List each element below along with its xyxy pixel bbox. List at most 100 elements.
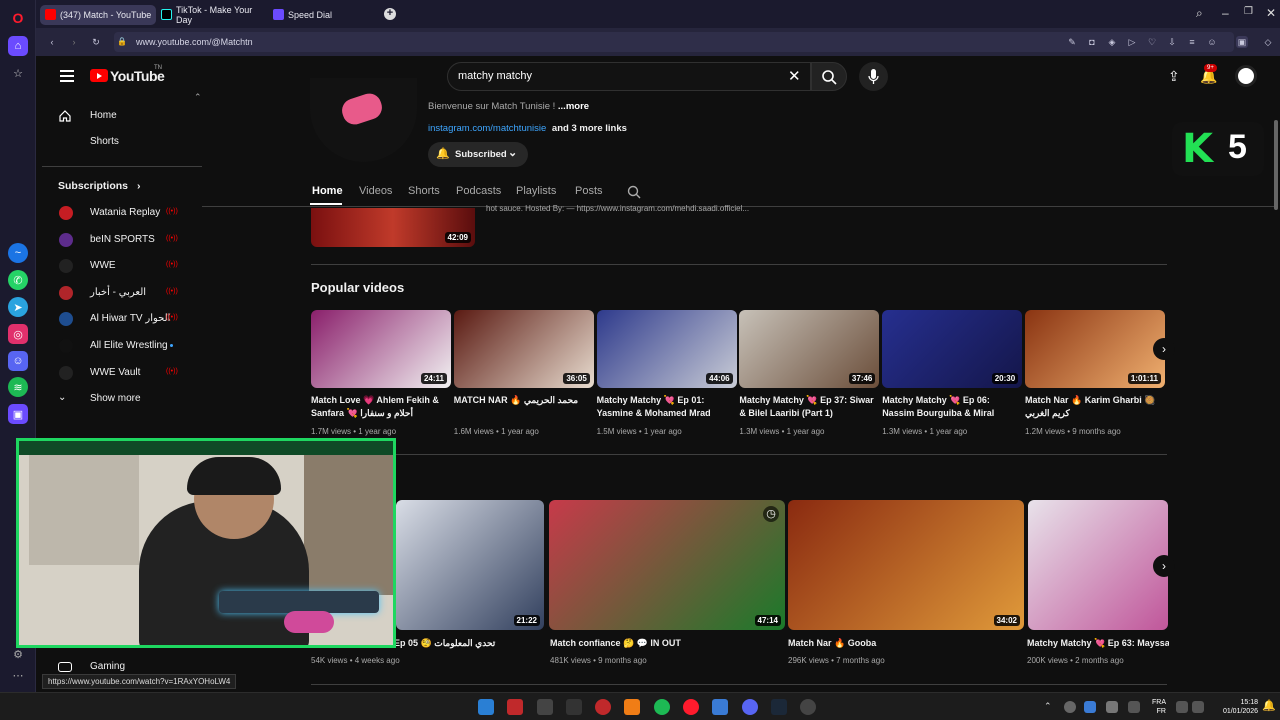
spotify-icon[interactable] <box>654 699 670 715</box>
search-input[interactable]: matchy matchy <box>458 70 532 82</box>
video-title[interactable]: MATCH NAR 🔥 محمد الحريمي <box>454 394 596 407</box>
video-thumbnail[interactable]: 20:30 <box>882 310 1023 388</box>
messenger-icon[interactable]: ~ <box>8 243 28 263</box>
subscription-item[interactable]: Al Hiwar TV الحوار ((•)) <box>42 306 182 332</box>
video-title[interactable]: Matchy Matchy 💘 Ep 63: Mayssa <box>1027 637 1169 650</box>
download-icon[interactable]: ⇩ <box>1166 36 1178 48</box>
spotify-icon[interactable]: ≋ <box>8 377 28 397</box>
tab-search-icon[interactable]: ⌕ <box>1196 6 1203 21</box>
tray-icon[interactable] <box>1064 701 1076 713</box>
guide-item-home[interactable]: Home <box>42 103 202 129</box>
app-icon[interactable] <box>507 699 523 715</box>
tray-expand-icon[interactable]: ⌃ <box>1044 701 1052 712</box>
next-arrow-button[interactable]: › <box>1153 555 1175 577</box>
opera-logo-icon[interactable]: O <box>8 8 28 28</box>
tab-posts[interactable]: Posts <box>575 185 603 197</box>
player-icon[interactable]: ▣ <box>8 404 28 424</box>
upload-icon[interactable]: ⇪ <box>1168 68 1180 85</box>
back-icon[interactable]: ‹ <box>46 36 58 48</box>
channel-description[interactable]: Bienvenue sur Match Tunisie ! ...more <box>428 101 589 112</box>
channel-search-icon[interactable] <box>626 184 642 200</box>
vlc-icon[interactable] <box>624 699 640 715</box>
discord-icon[interactable] <box>742 699 758 715</box>
tab-shorts[interactable]: Shorts <box>408 185 440 197</box>
video-thumbnail[interactable]: 24:11 <box>311 310 451 388</box>
video-title[interactable]: Match confiance 🤔 💬 IN OUT <box>550 637 770 650</box>
video-thumbnail[interactable]: 44:06 <box>596 310 737 388</box>
tab-tiktok[interactable]: TikTok - Make Your Day <box>156 5 268 25</box>
guide-item-shorts[interactable]: Shorts <box>42 129 202 155</box>
volume-icon[interactable] <box>1192 701 1204 713</box>
show-more-button[interactable]: ⌄ Show more <box>42 386 202 412</box>
mic-tray-icon[interactable] <box>1106 701 1118 713</box>
pinboard-icon[interactable]: ☆ <box>8 63 28 83</box>
heart-icon[interactable]: ♡ <box>1146 36 1158 48</box>
easy-setup-icon[interactable]: ≡ <box>1186 36 1198 48</box>
channel-avatar[interactable] <box>310 78 417 162</box>
extensions-icon[interactable]: ▣ <box>1236 36 1248 48</box>
shield-icon[interactable]: ◈ <box>1106 36 1118 48</box>
video-thumbnail[interactable]: 34:02 <box>788 500 1024 630</box>
tools-icon[interactable] <box>537 699 553 715</box>
instagram-icon[interactable]: ◎ <box>8 324 28 344</box>
tab-videos[interactable]: Videos <box>359 185 392 197</box>
reload-icon[interactable]: ↻ <box>90 36 102 48</box>
prev-video-thumbnail[interactable]: 42:09 <box>311 208 475 247</box>
forward-icon[interactable]: › <box>68 36 80 48</box>
edit-icon[interactable]: ✎ <box>1066 36 1078 48</box>
subscription-item[interactable]: WWE Vault ((•)) <box>42 360 182 386</box>
video-thumbnail[interactable]: 36:05 <box>453 310 594 388</box>
menu-icon[interactable] <box>60 70 74 82</box>
telegram-icon[interactable]: ➤ <box>8 297 28 317</box>
minimize-icon[interactable]: – <box>1222 6 1229 20</box>
new-tab-button[interactable]: + <box>384 8 396 20</box>
network-icon[interactable] <box>1128 701 1140 713</box>
scrollbar-thumb[interactable] <box>1274 120 1278 210</box>
url-text[interactable]: www.youtube.com/@Matchtn <box>136 37 253 47</box>
subscription-item[interactable]: All Elite Wrestling <box>42 333 182 359</box>
wifi-icon[interactable] <box>1176 701 1188 713</box>
video-title[interactable]: Match Nar 🔥 Gooba <box>788 637 1008 650</box>
start-icon[interactable] <box>478 699 494 715</box>
browser-icon[interactable] <box>712 699 728 715</box>
video-thumbnail[interactable]: 21:22 <box>396 500 544 630</box>
subscription-item[interactable]: beIN SPORTS ((•)) <box>42 227 182 253</box>
subscriptions-heading[interactable]: Subscriptions › <box>58 180 140 192</box>
capcut-icon[interactable] <box>566 699 582 715</box>
video-title[interactable]: Matchy Matchy 💘 Ep 37: Siwar & Bilel Laa… <box>739 394 881 420</box>
watch-later-icon[interactable]: ◷ <box>763 506 779 522</box>
voice-search-button[interactable] <box>859 62 888 91</box>
clock[interactable]: 15:18 01/01/2026 <box>1210 698 1258 716</box>
video-thumbnail[interactable]: 37:46 <box>739 310 880 388</box>
video-thumbnail[interactable]: 1:01:11 <box>1025 310 1165 388</box>
tab-playlists[interactable]: Playlists <box>516 185 556 197</box>
subscription-item[interactable]: WWE ((•)) <box>42 253 182 279</box>
notifications-icon[interactable]: 🔔 <box>1262 699 1276 712</box>
video-title[interactable]: Match Nar 🔥 Karim Gharbi 🥘 كريم الغربي <box>1025 394 1167 420</box>
home-icon[interactable]: ⌂ <box>8 36 28 56</box>
next-arrow-button[interactable]: › <box>1153 338 1175 360</box>
profile-icon[interactable]: ☺ <box>1206 36 1218 48</box>
clear-search-icon[interactable]: ✕ <box>788 67 801 85</box>
recorder-icon[interactable] <box>595 699 611 715</box>
video-thumbnail[interactable]: 47:14 <box>549 500 785 630</box>
subscribed-button[interactable]: 🔔 Subscribed ⌄ <box>428 142 528 167</box>
chatgpt-icon[interactable] <box>800 699 816 715</box>
more-icon[interactable]: ⋯ <box>8 665 28 685</box>
tray-icon[interactable] <box>1084 701 1096 713</box>
instagram-link[interactable]: instagram.com/matchtunisie <box>428 123 546 134</box>
discord-icon[interactable]: ☺ <box>8 351 28 371</box>
video-title[interactable]: Match Love 💗 Ahlem Fekih & Sanfara 💘 أحل… <box>311 394 453 420</box>
maximize-icon[interactable]: ❐ <box>1244 6 1253 17</box>
video-title[interactable]: Matchy Matchy 💘 Ep 06: Nassim Bourguiba … <box>882 394 1024 420</box>
collapse-icon[interactable]: ⌃ <box>194 92 202 103</box>
avatar[interactable] <box>1235 65 1257 87</box>
camera-icon[interactable]: ◘ <box>1086 36 1098 48</box>
opera-icon[interactable] <box>683 699 699 715</box>
tab-home[interactable]: Home <box>312 185 343 197</box>
more-link[interactable]: ...more <box>558 101 589 112</box>
video-title[interactable]: Matchy Matchy 💘 Ep 01: Yasmine & Mohamed… <box>597 394 739 420</box>
steam-icon[interactable] <box>771 699 787 715</box>
send-icon[interactable]: ▷ <box>1126 36 1138 48</box>
language-indicator[interactable]: FRA FR <box>1148 698 1166 716</box>
